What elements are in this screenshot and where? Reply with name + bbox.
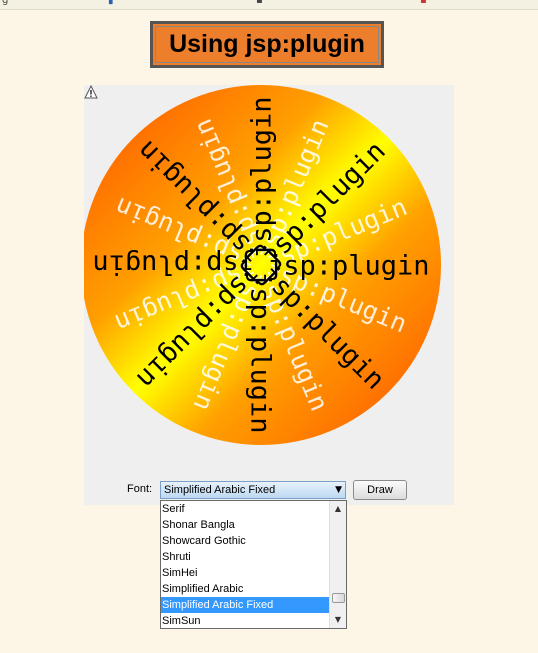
warning-icon — [84, 85, 98, 99]
font-list-item[interactable]: Serif — [161, 501, 331, 517]
scroll-down-icon[interactable]: ▼ — [330, 613, 346, 627]
toolbar-icon: ▪ — [256, 0, 263, 6]
rotated-text-canvas: jsp:pluginjsp:pluginjsp:pluginjsp:plugin… — [84, 85, 441, 445]
scroll-thumb[interactable] — [332, 593, 345, 603]
font-list-item[interactable]: Showcard Gothic — [161, 533, 331, 549]
page-title-box: Using jsp:plugin — [150, 21, 384, 68]
font-select[interactable]: Simplified Arabic Fixed ▼ — [160, 481, 346, 499]
font-dropdown-list[interactable]: Serif Shonar Bangla Showcard Gothic Shruti S… — [160, 500, 347, 629]
font-list-item[interactable]: Shruti — [161, 549, 331, 565]
scroll-up-icon[interactable]: ▲ — [330, 502, 346, 516]
plugin-applet[interactable]: jsp:plugin jsp:plugin jsp:plugin jsp:plugin… — [84, 85, 454, 505]
toolbar-icon: ▪ — [420, 0, 427, 6]
browser-toolbar-strip: g ▮ ▪ ▪ — [0, 0, 538, 10]
page-title: Using jsp:plugin — [169, 30, 365, 58]
font-list-item[interactable]: Simplified Arabic — [161, 581, 331, 597]
font-list-item[interactable]: SimHei — [161, 565, 331, 581]
chevron-down-icon[interactable]: ▼ — [335, 485, 342, 495]
font-list-item[interactable]: Simplified Arabic Fixed — [161, 597, 331, 613]
list-scrollbar[interactable]: ▲ ▼ — [329, 501, 346, 628]
font-list-item[interactable]: SimSun — [161, 613, 331, 629]
font-list-items: Serif Shonar Bangla Showcard Gothic Shruti S… — [161, 501, 331, 629]
font-select-value: Simplified Arabic Fixed — [164, 484, 276, 496]
font-label: Font: — [127, 483, 153, 495]
toolbar-text-fragment: g — [2, 0, 9, 6]
draw-button[interactable]: Draw — [353, 480, 407, 500]
toolbar-icon: ▮ — [108, 0, 114, 6]
font-list-item[interactable]: Shonar Bangla — [161, 517, 331, 533]
